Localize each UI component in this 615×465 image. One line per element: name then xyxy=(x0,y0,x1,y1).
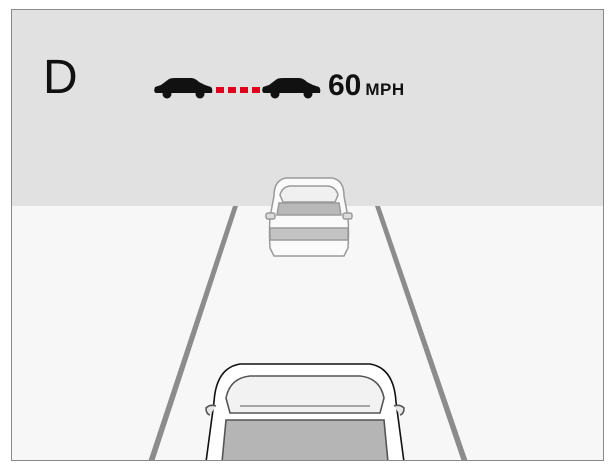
driver-display: D 60 MPH xyxy=(11,9,604,461)
ego-vehicle-icon xyxy=(205,363,405,460)
speed-unit-label: MPH xyxy=(365,80,405,99)
gap-indicator-icon xyxy=(216,87,260,93)
car-gap-car-icon xyxy=(154,78,321,99)
gear-indicator: D xyxy=(43,51,78,104)
lead-vehicle-icon xyxy=(265,177,353,257)
set-speed-value: 60 xyxy=(328,69,362,102)
lead-car-icon xyxy=(262,78,321,99)
own-car-icon xyxy=(154,78,213,99)
set-speed-readout: 60 MPH xyxy=(328,71,405,101)
